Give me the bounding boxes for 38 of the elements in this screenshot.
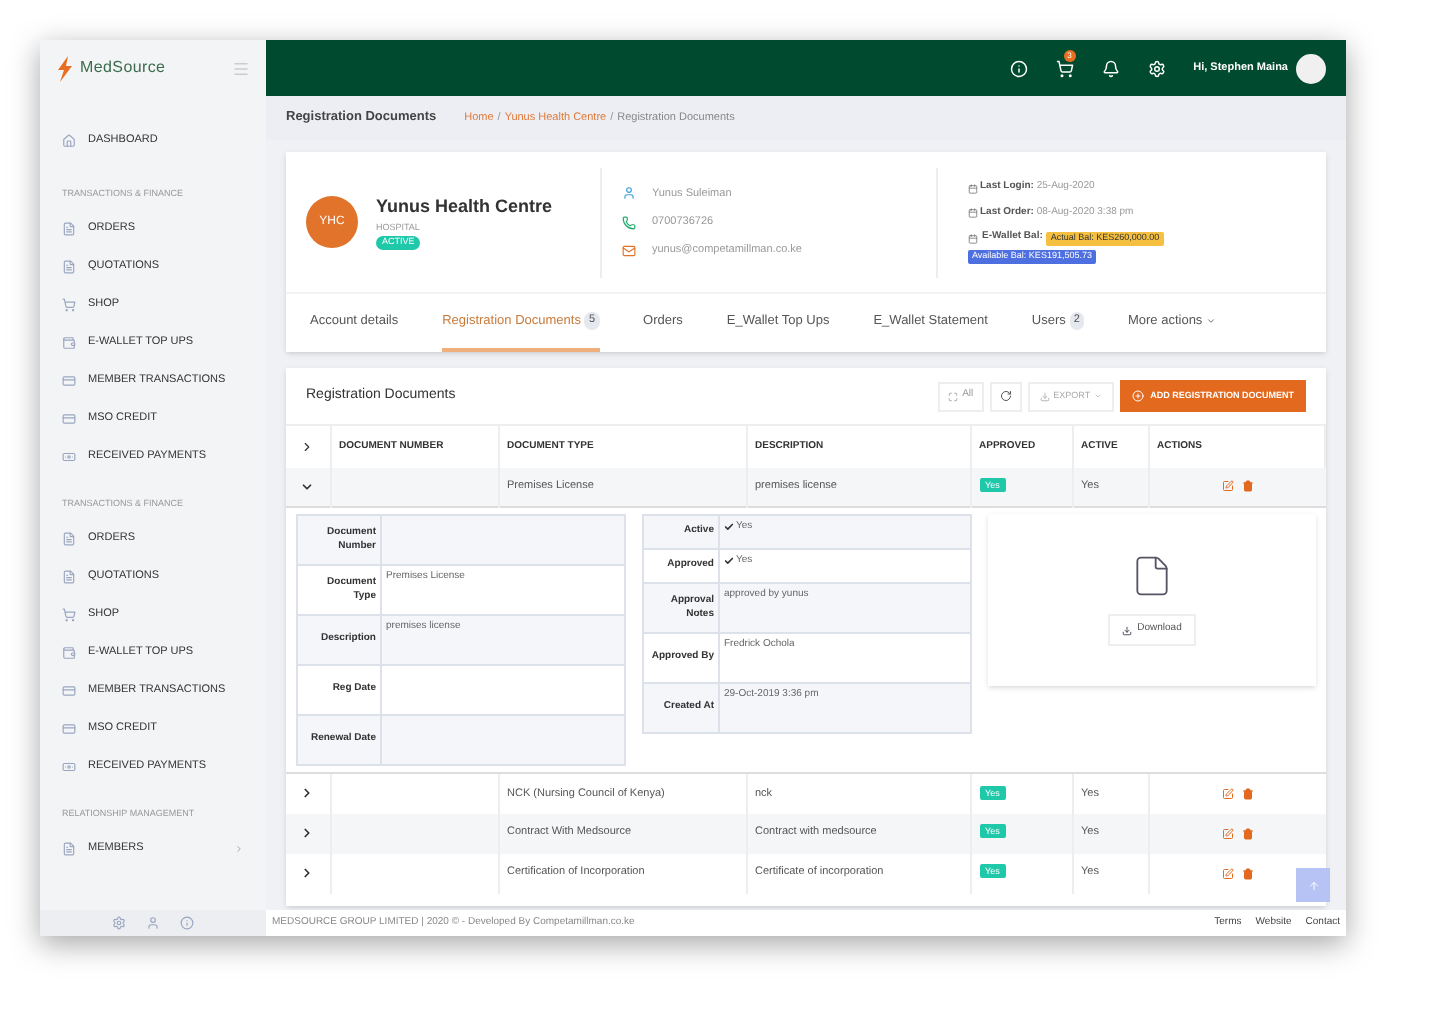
download-icon [1039,391,1050,401]
delete-icon[interactable] [1241,827,1253,839]
arrow-up-icon [1307,879,1319,891]
edit-icon[interactable] [1221,787,1233,800]
calendar-icon [968,233,978,244]
edit-icon[interactable] [1221,827,1233,839]
home-icon [62,133,76,147]
check-icon [724,522,734,533]
cart-icon[interactable] [1055,59,1074,77]
chevron-icon [234,844,244,854]
check-icon [724,556,734,567]
logo-text: MedSource [80,56,166,80]
delete-icon[interactable] [1241,787,1253,800]
download-icon [1121,625,1132,635]
calendar-icon [968,183,978,194]
bell-icon[interactable] [1101,59,1120,77]
expand-icon[interactable] [300,439,315,454]
calendar-icon [968,208,978,219]
expand-icon[interactable] [300,826,315,840]
expand-icon[interactable] [300,786,315,801]
fullscreen-icon [948,391,959,401]
plus-icon [1132,390,1145,402]
logo-icon [56,55,74,81]
mail-icon [622,243,636,258]
phone-icon [622,215,636,229]
delete-icon[interactable] [1241,480,1253,493]
refresh-button[interactable] [989,381,1022,411]
caret-icon [1206,316,1217,326]
person-icon [622,186,636,201]
user-icon[interactable] [146,916,160,930]
delete-icon[interactable] [1241,867,1253,879]
edit-icon[interactable] [1221,480,1233,493]
avatar[interactable] [1296,53,1326,83]
edit-icon[interactable] [1221,867,1233,879]
expand-icon[interactable] [300,866,315,880]
collapse-icon[interactable] [300,479,315,494]
refresh-icon [999,390,1012,402]
facility-name: Yunus Health Centre [376,194,553,220]
